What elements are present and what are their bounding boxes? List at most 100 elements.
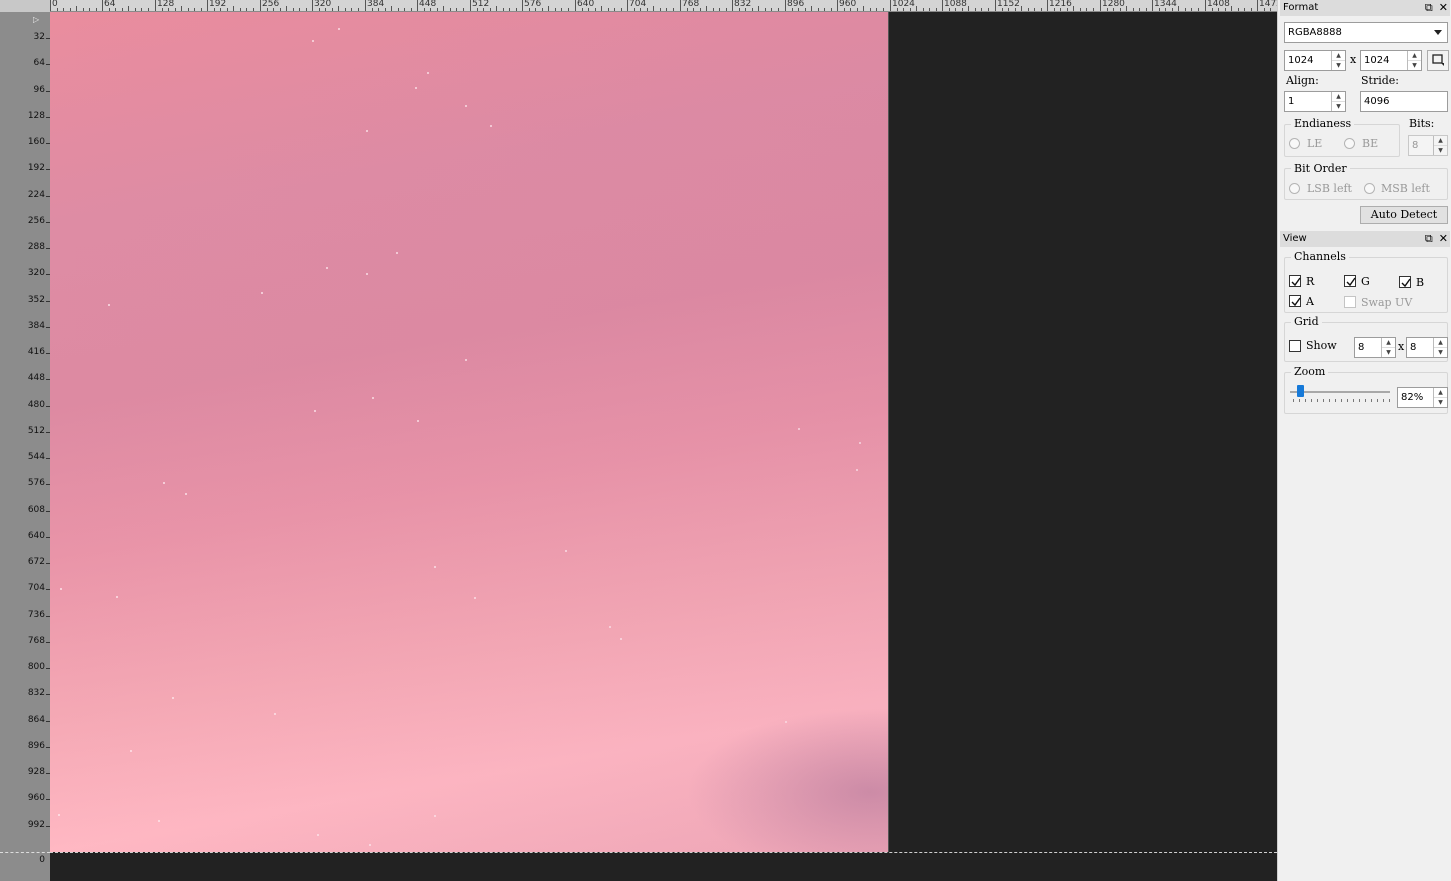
channel-a-checkbox[interactable] — [1289, 295, 1301, 307]
grid-x-spin-arrows[interactable]: ▲ ▼ — [1381, 338, 1395, 357]
ruler-tick — [63, 8, 64, 11]
msb-left-radio[interactable] — [1364, 183, 1375, 194]
ruler-tick — [365, 0, 366, 11]
channel-r-checkbox[interactable] — [1289, 275, 1301, 287]
ruler-tick — [1107, 8, 1108, 11]
swap-uv-checkbox[interactable] — [1344, 296, 1356, 308]
bits-spinbox[interactable]: 8 ▲ ▼ — [1408, 135, 1448, 156]
ruler-tick — [634, 8, 635, 11]
ruler-tick — [1172, 8, 1173, 11]
ruler-tick — [96, 8, 97, 11]
ruler-tick — [1238, 8, 1239, 11]
zoom-slider-track[interactable] — [1290, 391, 1390, 393]
le-radio[interactable] — [1289, 138, 1300, 149]
ruler-tick — [522, 0, 523, 11]
zoom-tick — [1335, 399, 1336, 402]
ruler-tick — [844, 8, 845, 11]
stride-field[interactable]: 4096 — [1360, 91, 1448, 112]
ruler-tick — [700, 8, 701, 11]
lsb-left-radio[interactable] — [1289, 183, 1300, 194]
ruler-tick — [765, 8, 766, 11]
ruler-tick — [411, 8, 412, 11]
zoom-value: 82% — [1401, 392, 1424, 403]
ruler-tick — [1264, 8, 1265, 11]
ruler-tick — [863, 6, 864, 11]
ruler-tick — [201, 8, 202, 11]
grid-show-checkbox[interactable] — [1289, 340, 1301, 352]
grid-y-value: 8 — [1410, 342, 1417, 353]
width-spinbox[interactable]: 1024 ▲ ▼ — [1284, 50, 1346, 71]
zoom-tick — [1341, 399, 1342, 402]
ruler-tick — [233, 6, 234, 11]
ruler-tick — [535, 8, 536, 11]
ruler-tick — [1120, 8, 1121, 11]
image-speckle — [108, 304, 110, 306]
ruler-tick — [660, 8, 661, 11]
grid-x-spinbox[interactable]: 8 ▲ ▼ — [1354, 337, 1396, 358]
ruler-label: 320 — [314, 0, 332, 9]
ruler-tick — [561, 8, 562, 11]
width-spin-arrows[interactable]: ▲ ▼ — [1331, 51, 1345, 70]
grid-y-spinbox[interactable]: 8 ▲ ▼ — [1406, 337, 1448, 358]
height-spin-arrows[interactable]: ▲ ▼ — [1407, 51, 1421, 70]
ruler-label: 512 — [472, 0, 490, 9]
ruler-tick — [739, 8, 740, 11]
image-speckle — [312, 40, 314, 42]
ruler-label: 288 — [27, 242, 45, 252]
ruler-tick — [1139, 8, 1140, 11]
ruler-tick — [1231, 6, 1232, 11]
auto-detect-button[interactable]: Auto Detect — [1360, 206, 1448, 224]
bits-spin-arrows[interactable]: ▲ ▼ — [1433, 136, 1447, 155]
grid-y-spin-arrows[interactable]: ▲ ▼ — [1433, 338, 1447, 357]
ruler-tick — [1244, 8, 1245, 11]
channel-g-checkbox[interactable] — [1344, 275, 1356, 287]
ruler-tick — [509, 8, 510, 11]
float-icon[interactable]: ⧉ — [1425, 231, 1433, 247]
ruler-label: 384 — [367, 0, 385, 9]
ruler-tick — [962, 8, 963, 11]
ruler-label: 192 — [209, 0, 227, 9]
close-icon[interactable]: ✕ — [1439, 231, 1448, 247]
ruler-tick — [1270, 8, 1271, 11]
ruler-label: 64 — [33, 58, 45, 68]
select-region-button[interactable] — [1427, 50, 1449, 71]
image-speckle — [366, 273, 368, 275]
ruler-tick — [726, 8, 727, 11]
ruler-label: 864 — [27, 715, 45, 725]
ruler-label: 928 — [27, 767, 45, 777]
image-canvas-area[interactable] — [50, 12, 1277, 881]
ruler-tick — [312, 0, 313, 11]
align-spin-arrows[interactable]: ▲ ▼ — [1331, 92, 1345, 111]
ruler-tick — [798, 8, 799, 11]
format-title: Format — [1283, 2, 1319, 13]
float-icon[interactable]: ⧉ — [1425, 0, 1433, 16]
ruler-tick — [752, 8, 753, 11]
height-spinbox[interactable]: 1024 ▲ ▼ — [1360, 50, 1422, 71]
zoom-slider-handle[interactable] — [1297, 385, 1304, 397]
pixel-format-select[interactable]: RGBA8888 — [1284, 22, 1448, 43]
ruler-tick — [1257, 0, 1258, 11]
ruler-label: 736 — [27, 610, 45, 620]
view-title: View — [1283, 233, 1307, 244]
ruler-tick — [463, 8, 464, 11]
ruler-tick — [1021, 6, 1022, 11]
zoom-spin-arrows[interactable]: ▲ ▼ — [1433, 388, 1447, 407]
align-spinbox[interactable]: 1 ▲ ▼ — [1284, 91, 1346, 112]
ruler-tick — [76, 6, 77, 11]
raw-image-view[interactable] — [50, 12, 889, 852]
align-value: 1 — [1288, 96, 1295, 107]
zoom-tick — [1389, 399, 1390, 402]
ruler-tick — [122, 8, 123, 11]
ruler-tick — [857, 8, 858, 11]
close-icon[interactable]: ✕ — [1439, 0, 1448, 16]
ruler-tick — [220, 8, 221, 11]
le-label: LE — [1307, 137, 1323, 150]
channel-b-checkbox[interactable] — [1399, 276, 1411, 288]
ruler-tick — [1041, 8, 1042, 11]
ruler-label: 480 — [27, 400, 45, 410]
be-radio[interactable] — [1344, 138, 1355, 149]
zoom-spinbox[interactable]: 82% ▲ ▼ — [1397, 387, 1448, 408]
ruler-tick — [194, 8, 195, 11]
ruler-tick — [673, 8, 674, 11]
ruler-label: 256 — [262, 0, 280, 9]
